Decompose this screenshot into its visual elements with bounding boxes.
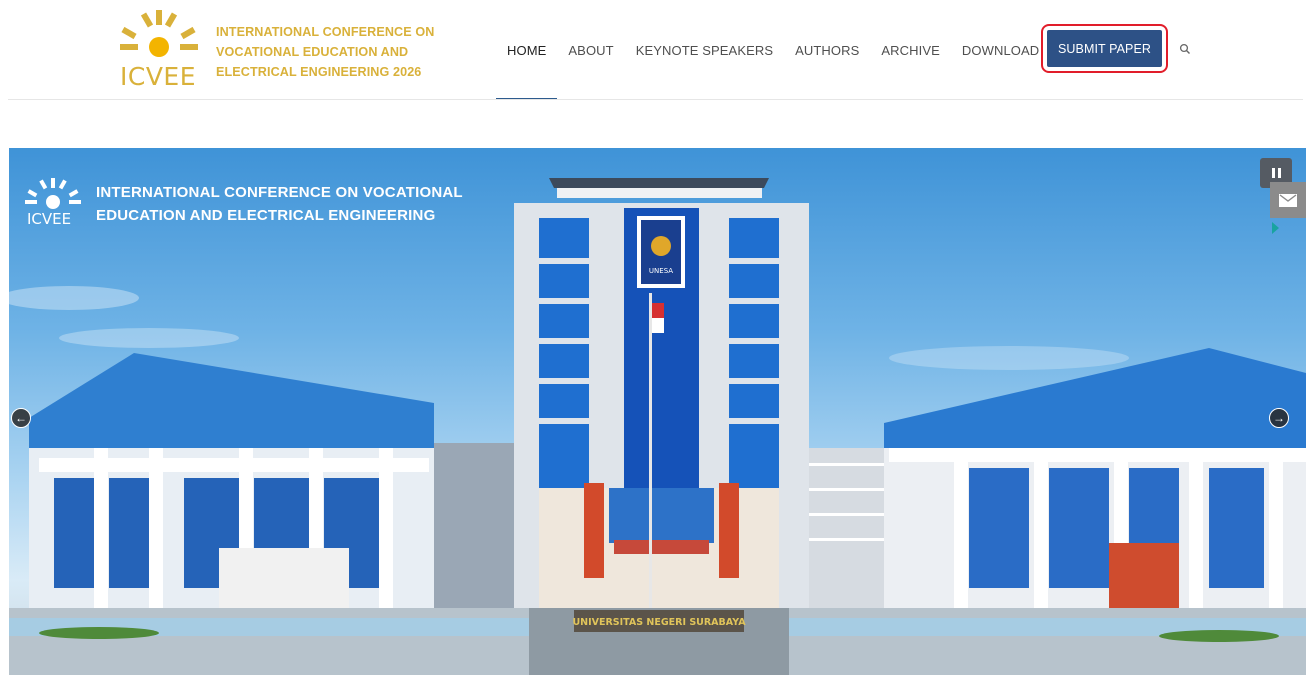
nav-about[interactable]: ABOUT: [557, 0, 624, 100]
site-header: ICVEE INTERNATIONAL CONFERENCE ON VOCATI…: [0, 0, 1311, 100]
arrow-left-circle-icon[interactable]: ←: [11, 408, 31, 428]
submit-paper-button[interactable]: SUBMIT PAPER: [1047, 30, 1162, 67]
mail-expand-arrow-icon[interactable]: [1272, 222, 1279, 234]
nav-download[interactable]: DOWNLOAD: [951, 0, 1050, 100]
arrow-right-circle-icon[interactable]: →: [1269, 408, 1289, 428]
submit-paper-highlight: SUBMIT PAPER: [1041, 24, 1168, 73]
nav-keynote-speakers[interactable]: KEYNOTE SPEAKERS: [625, 0, 784, 100]
logo-acronym: ICVEE: [120, 62, 197, 91]
campus-building-image: UNESA UNIVERSITAS NEGERI SURABAYA: [9, 178, 1306, 675]
mail-icon[interactable]: [1270, 182, 1306, 218]
hero-title: INTERNATIONAL CONFERENCE ON VOCATIONAL E…: [96, 181, 463, 227]
search-icon[interactable]: [1179, 42, 1191, 54]
nav-authors[interactable]: AUTHORS: [784, 0, 870, 100]
hero-slider: UNESA UNIVERSITAS NEGERI SURABAYA ICVEE …: [9, 148, 1306, 675]
logo-title: INTERNATIONAL CONFERENCE ON VOCATIONAL E…: [216, 22, 434, 82]
sun-logo-icon: ICVEE: [118, 10, 210, 91]
hero-title-line: INTERNATIONAL CONFERENCE ON VOCATIONAL: [96, 184, 463, 201]
logo-title-line: ELECTRICAL ENGINEERING 2026: [216, 65, 422, 79]
site-logo[interactable]: ICVEE INTERNATIONAL CONFERENCE ON VOCATI…: [118, 10, 458, 91]
building-sign-text: UNIVERSITAS NEGERI SURABAYA: [572, 617, 746, 628]
tower-sign-text: UNESA: [649, 267, 673, 275]
header-divider: [8, 99, 1303, 100]
main-nav: HOME ABOUT KEYNOTE SPEAKERS AUTHORS ARCH…: [496, 0, 1050, 100]
hero-logo-acronym: ICVEE: [27, 210, 72, 228]
logo-title-line: VOCATIONAL EDUCATION AND: [216, 45, 409, 59]
nav-archive[interactable]: ARCHIVE: [870, 0, 951, 100]
logo-title-line: INTERNATIONAL CONFERENCE ON: [216, 25, 435, 39]
hero-title-line: EDUCATION AND ELECTRICAL ENGINEERING: [96, 207, 436, 224]
nav-home[interactable]: HOME: [496, 0, 558, 100]
